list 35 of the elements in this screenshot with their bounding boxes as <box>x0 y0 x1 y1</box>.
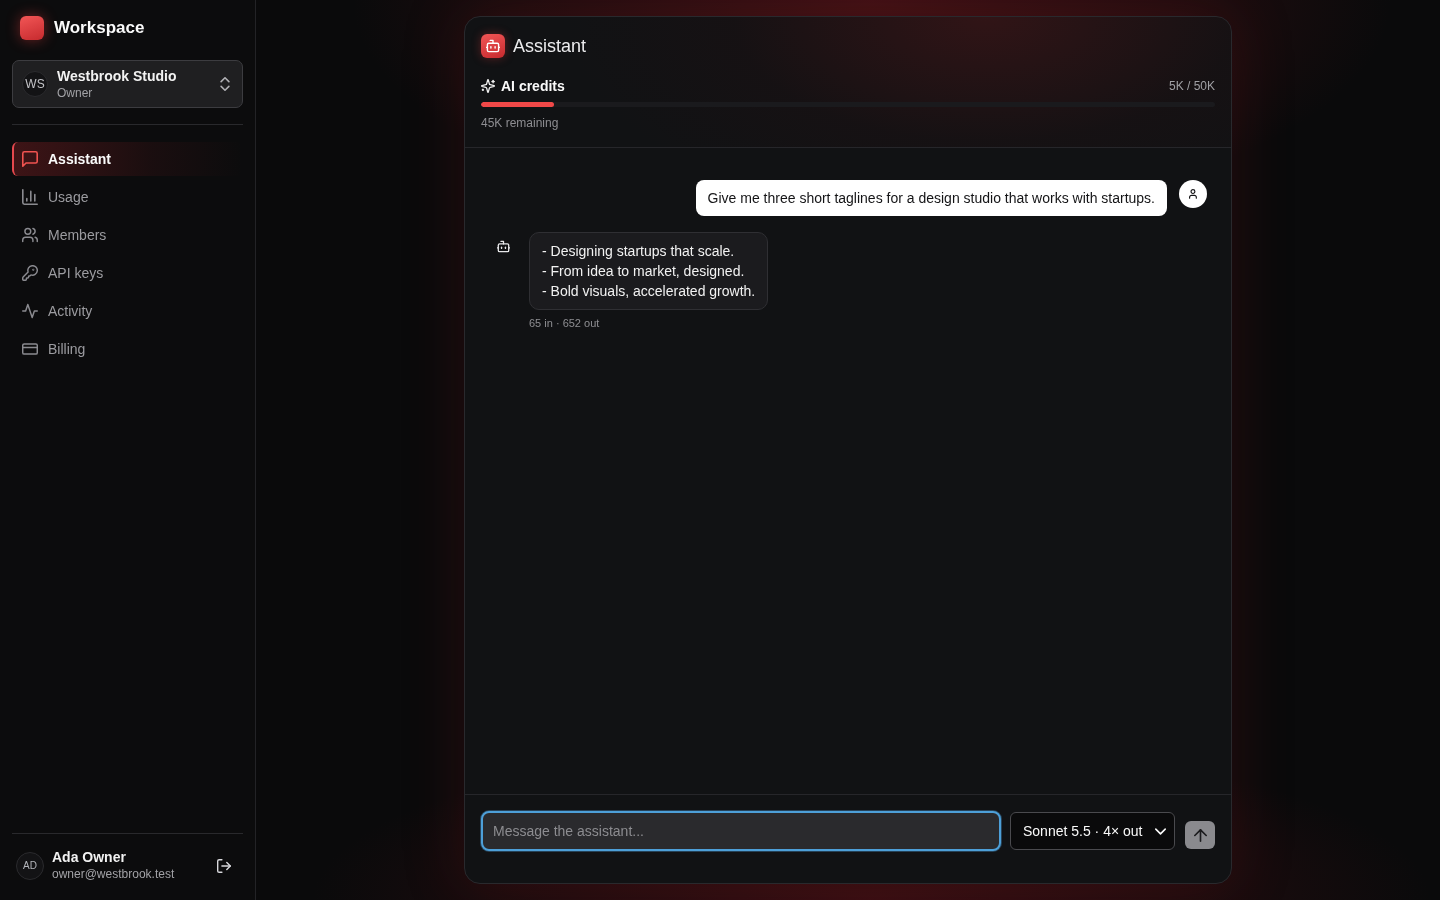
nav-item[interactable]: Usage <box>12 180 243 214</box>
user-avatar: AD <box>16 851 44 880</box>
workspace-avatar: WS <box>22 71 48 97</box>
caret-icon <box>1155 825 1166 837</box>
credits-remaining: 45K remaining <box>481 115 559 131</box>
credits-label: AI credits <box>501 78 565 94</box>
nav-item[interactable]: Billing <box>12 332 243 366</box>
sparkles-icon <box>481 79 495 93</box>
assistant-message: - Designing startups that scale. - From idea to market, designed. - Bold visuals, accelerated growth. <box>529 232 769 310</box>
nav-item[interactable]: Members <box>12 218 243 252</box>
robot-icon <box>496 239 510 253</box>
logo-icon <box>20 16 44 40</box>
panel-title: Assistant <box>513 35 587 57</box>
app-name: Workspace <box>54 18 145 38</box>
robot-icon <box>481 34 505 58</box>
logout-icon[interactable] <box>217 858 231 873</box>
credits-usage: 5K / 50K <box>1168 78 1215 94</box>
credit-card-icon <box>22 341 38 357</box>
workspace-role: Owner <box>57 84 94 101</box>
chevron-up-down-icon <box>218 77 232 91</box>
workspace-name: Westbrook Studio <box>57 67 177 85</box>
user-message: Give me three short taglines for a design studio that works with startups. <box>695 180 1167 216</box>
key-icon <box>22 265 38 281</box>
user-email: owner@westbrook.test <box>52 866 175 882</box>
chat-bubble-icon <box>22 151 38 167</box>
message-field[interactable]: Message the assistant... <box>481 811 1001 851</box>
pulse-icon <box>22 303 38 319</box>
user-name: Ada Owner <box>52 849 127 866</box>
token-count: 65 in · 652 out <box>529 316 600 330</box>
person-icon <box>1179 180 1207 208</box>
nav-item[interactable]: Activity <box>12 294 243 328</box>
people-icon <box>22 227 38 243</box>
model-select[interactable]: Sonnet 5.5 · 4× out <box>1010 812 1175 850</box>
nav-item[interactable]: API keys <box>12 256 243 290</box>
bar-chart-icon <box>22 189 38 205</box>
